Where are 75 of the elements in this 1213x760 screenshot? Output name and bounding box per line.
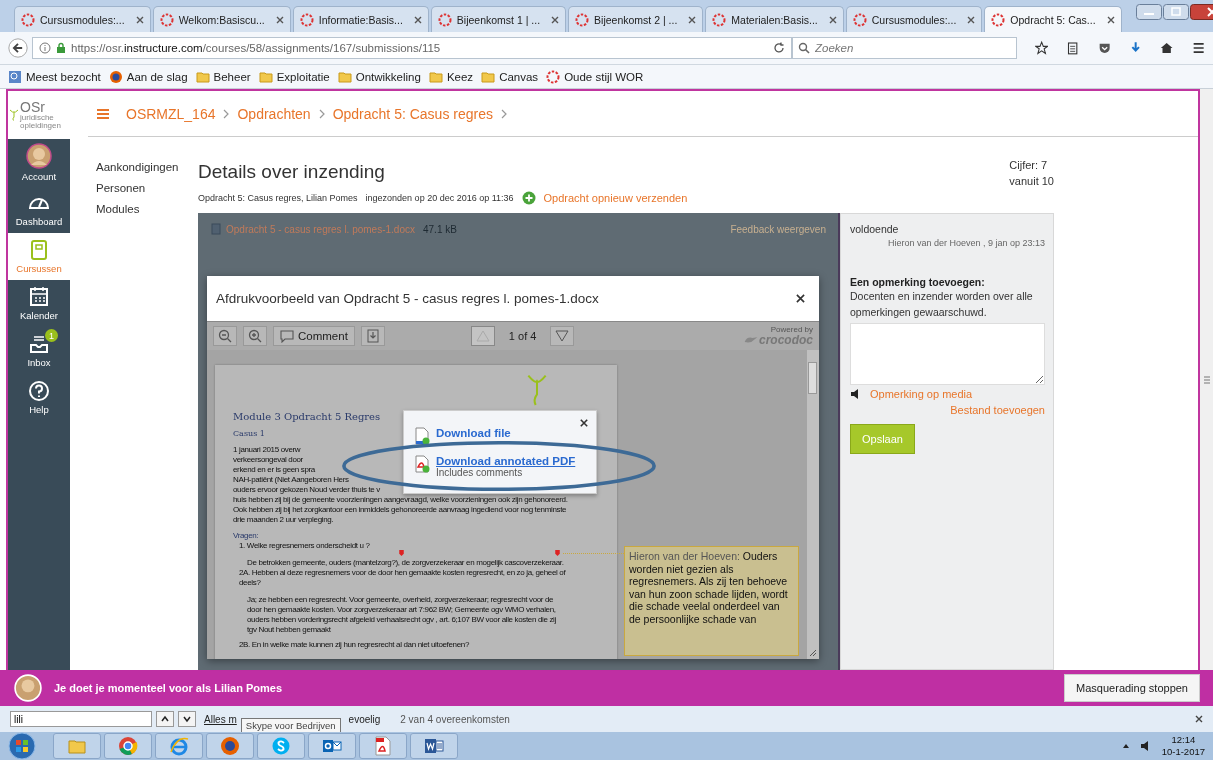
submission-date: ingezonden op 20 dec 2016 op 11:36: [365, 193, 514, 203]
browser-tab[interactable]: Opdracht 5: Cas...: [984, 6, 1122, 32]
grade-max: vanuit 10: [1009, 174, 1054, 189]
nav-item[interactable]: 1 Inbox: [8, 327, 70, 374]
tooltip: Skype voor Bedrijven: [240, 717, 341, 733]
bookmark-item[interactable]: Ontwikkeling: [337, 69, 421, 84]
course-nav-link[interactable]: Aankondigingen: [96, 161, 198, 173]
bookmark-item[interactable]: Exploitatie: [258, 69, 330, 84]
comment-button[interactable]: Comment: [273, 326, 355, 346]
document-text: Casus 1: [233, 429, 265, 439]
browser-tab[interactable]: Cursusmodules:...: [845, 6, 983, 32]
grade-label: Cijfer: 7: [1009, 158, 1049, 173]
comment-byline: Hieron van der Hoeven , 9 jan op 23:13: [887, 238, 1045, 248]
page-counter: 1 of 4: [508, 330, 537, 342]
bookmark-item[interactable]: Beheer: [195, 69, 251, 84]
document-text: NAH-patiënt (Niet Aangeboren Hers: [233, 475, 349, 485]
bookmark-item[interactable]: Keez: [428, 69, 474, 84]
download-link[interactable]: Download file: [436, 427, 511, 439]
document-text: ouders hebben vorderingsrecht afgeleid verhaalsrecht ogv , art. 6;107 BW voor alle kosten die zij: [247, 615, 556, 625]
browser-tab[interactable]: Materialen:Basis...: [705, 6, 844, 32]
browser-tab[interactable]: Cursusmodules:...: [14, 6, 151, 32]
document-text: 2A. Hebben al deze regresnemers voor de door hen gemaakte kosten regresrecht, en zo ja, geheel of: [239, 568, 566, 578]
browser-tab[interactable]: Informatie:Basis...: [292, 6, 429, 32]
document-text: 2B. En in welke mate kunnen zij hun regresrecht al dan niet uitoefenen?: [239, 640, 469, 650]
download-link[interactable]: Download annotated PDF: [436, 455, 576, 467]
comment-note[interactable]: Hieron van der Hoeven: Ouders worden niet gezien als regresnemers. Als zij ten behoeve van hun zoon schade lijden, wordt die schade veelal onderdeel van de persoonlijke schade van: [624, 546, 799, 656]
stop-masquerade-button[interactable]: Masquerading stoppen: [1064, 674, 1200, 702]
nav-item[interactable]: Account: [8, 139, 70, 186]
document-text: 1. Welke regresnemers onderscheidt u ?: [239, 541, 370, 551]
highlight-all-option[interactable]: Alles m: [204, 713, 237, 725]
document-text: deels?: [239, 578, 261, 588]
add-comment-title: Een opmerking toevoegen:: [850, 276, 986, 288]
document-text: door hen gemaakte kosten. Voor zorgverzekeraar art 7:962 BW; Gemeente ogv WMO verhalen,: [247, 605, 556, 615]
search-field[interactable]: Zoeken: [792, 37, 1017, 59]
browser-tab[interactable]: Welkom:Basiscu...: [152, 6, 291, 32]
dialog-title: Afdrukvoorbeeld van Opdracht 5 - casus regres l. pomes-1.docx: [216, 291, 599, 306]
document-text: Vragen:: [233, 531, 259, 541]
file-size: 47.1 kB: [423, 223, 457, 235]
page-title: Details over inzending: [198, 160, 386, 183]
powered-by-label: Powered by: [770, 326, 813, 334]
document-text: erkend en er is geen spra: [233, 465, 315, 475]
address-bar[interactable]: https://osr.instructure.com/courses/58/assignments/167/submissions/115: [32, 37, 792, 59]
logo[interactable]: OSr juridische opleidingen: [8, 91, 70, 139]
document-text: huis hebben zij bij de gemeente voorzieningen aangevraagd, welke voorzieningen ook zijn gehonoreerd.: [233, 495, 568, 505]
document-text: Ja; ze hebben een regresrecht. Voor gemeente, overheid, zorgverzekeraar; regresrecht voor de: [247, 595, 554, 605]
match-case-option[interactable]: evoelig: [348, 713, 381, 725]
bookmark-item[interactable]: Oude stijl WOR: [546, 69, 644, 84]
browser-tab[interactable]: Bijeenkomst 2 | ...: [568, 6, 704, 32]
download-hint: Includes comments: [436, 467, 524, 478]
document-text: verkeersongeval door: [233, 455, 303, 465]
nav-item[interactable]: Dashboard: [8, 186, 70, 233]
document-text: ouders ervoor gekozen Noud verder thuis te v: [233, 485, 380, 495]
match-count: 2 van 4 overeenkomsten: [400, 713, 510, 725]
submission-info: Opdracht 5: Casus regres, Lilian Pomes: [198, 193, 358, 203]
bookmark-item[interactable]: Meest bezocht: [8, 69, 101, 84]
course-nav-link[interactable]: Modules: [96, 203, 198, 215]
nav-item[interactable]: Help: [8, 374, 70, 421]
count-badge: 1: [45, 329, 58, 342]
document-text: 1 januari 2015 overw: [233, 445, 301, 455]
clock-time: 12:14: [1171, 734, 1196, 746]
comment-text: voldoende: [850, 223, 900, 235]
document-text: De betrokken gemeente, ouders (mantelzorg?), de zorgverzekeraar en mogelijk cascoverzekeraar.: [247, 558, 564, 568]
document-text: tgv Nout hebben gemaakt: [247, 625, 331, 635]
nav-item[interactable]: Kalender: [8, 280, 70, 327]
document-text: Module 3 Opdracht 5 Regres: [233, 411, 381, 423]
document-text: Ook hebben zij bij het zorgkantoor een inmiddels gehonoreerde aanvraag ingediend voor nog tenminste: [233, 505, 567, 515]
bookmark-item[interactable]: Canvas: [481, 69, 539, 84]
bookmark-item[interactable]: Aan de slag: [108, 69, 188, 84]
document-text: drie maanden 2 uur verpleging.: [233, 515, 334, 525]
find-field[interactable]: lili: [10, 711, 152, 727]
masquerade-text: Je doet je momenteel voor als Lilian Pomes: [54, 682, 283, 694]
browser-tab[interactable]: Bijeenkomst 1 | ...: [430, 6, 567, 32]
add-comment-hint: Docenten en inzender worden over alle opmerkingen gewaarschuwd.: [850, 289, 1034, 320]
course-nav-link[interactable]: Personen: [96, 182, 198, 194]
clock-date: 10-1-2017: [1161, 746, 1205, 758]
